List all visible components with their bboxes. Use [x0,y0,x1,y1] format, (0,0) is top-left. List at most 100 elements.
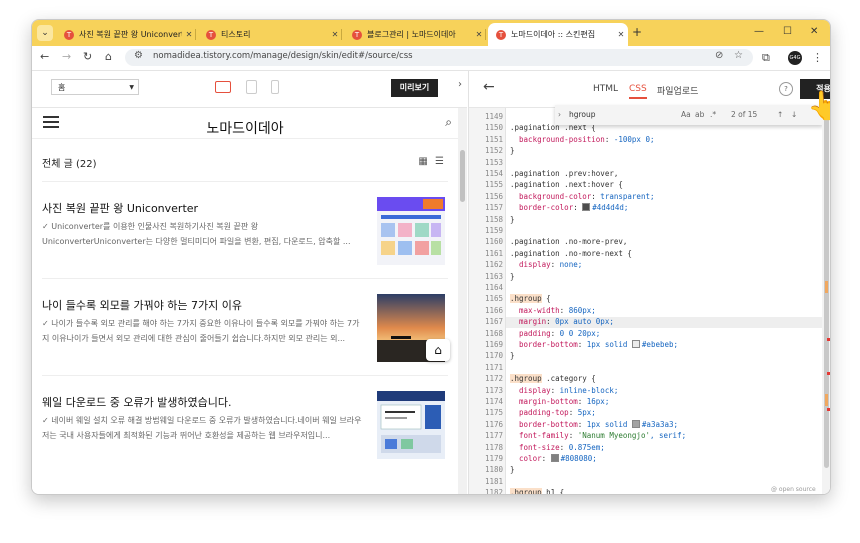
page-select[interactable]: 홈 ▼ [51,79,139,95]
code-line[interactable]: margin: 0px auto 0px; [510,317,614,326]
code-line[interactable]: } [510,351,515,360]
code-line[interactable]: margin-bottom: 16px; [510,397,609,406]
line-number: 1174 [484,397,503,406]
post-item[interactable]: 나이 들수록 외모를 가꿔야 하는 7가지 이유 ✓ 나이가 들수록 외모 관리… [42,278,450,375]
code-line[interactable]: color: #808080; [510,454,597,463]
code-line[interactable]: } [510,465,515,474]
code-line[interactable]: .hgroup .category { [510,374,596,384]
collapse-chevron-icon[interactable]: › [458,79,462,90]
find-expand-chevron-icon[interactable]: › [558,110,561,119]
minimize-icon[interactable]: — [754,26,764,37]
previous-match-icon[interactable]: ↑ [777,110,783,119]
code-line[interactable]: display: none; [510,260,582,269]
match-case-toggle[interactable]: Aa [681,110,691,119]
profile-avatar[interactable]: G4G [788,51,802,65]
preview-scrollbar[interactable] [458,108,467,494]
tablet-view-icon[interactable] [246,80,257,94]
line-number: 1169 [484,340,503,349]
extensions-icon[interactable]: ⧉ [762,51,770,65]
tab-html[interactable]: HTML [593,84,618,94]
scrollbar-thumb[interactable] [460,150,465,202]
code-line[interactable]: font-family: 'Nanum Myeongjo', serif; [510,431,686,440]
tab-file-upload[interactable]: 파일업로드 [657,84,698,97]
mobile-view-icon[interactable] [271,80,279,94]
next-match-icon[interactable]: ↓ [791,110,797,119]
close-tab-icon[interactable]: ✕ [614,30,628,39]
grid-view-icon[interactable]: ▦ [418,156,427,167]
post-title[interactable]: 웨일 다운로드 중 오류가 발생하였습니다. [42,394,232,410]
code-line[interactable]: .pagination .prev:hover, [510,169,618,178]
menu-dots-icon[interactable]: ⋮ [812,51,823,64]
line-number: 1179 [484,454,503,463]
code-line[interactable]: .pagination .no-more-prev, [510,237,627,246]
browser-tab-uniconverter[interactable]: T 사진 복원 끝판 왕 Uniconverter ✕ [56,23,196,46]
code-line[interactable]: display: inline-block; [510,386,618,395]
change-marker [827,372,830,375]
code-line[interactable]: } [510,146,515,155]
code-line[interactable]: .hgroup { [510,294,551,304]
url-bar[interactable]: ⚙ nomadidea.tistory.com/manage/design/sk… [125,49,753,66]
code-line[interactable]: border-color: #4d4d4d; [510,203,628,212]
browser-tab-tistory[interactable]: T 티스토리 ✕ [198,23,342,46]
address-toolbar: ← → ↻ ⌂ ⚙ nomadidea.tistory.com/manage/d… [32,46,830,71]
desktop-view-icon[interactable] [215,81,231,93]
code-line[interactable]: border-bottom: 1px solid #ebebeb; [510,340,678,349]
code-line[interactable]: } [510,272,515,281]
back-arrow-icon[interactable]: ← [483,79,495,95]
browser-tab-skin-edit[interactable]: T 노마드이데아 :: 스킨편집 ✕ [488,23,628,46]
code-line[interactable]: background-color: transparent; [510,192,654,201]
new-tab-button[interactable]: + [632,25,642,39]
close-tab-icon[interactable]: ✕ [328,30,342,39]
list-view-icon[interactable]: ☰ [435,156,444,167]
post-item[interactable]: 사진 복원 끝판 왕 Uniconverter ✓ Uniconverter를 … [42,181,448,278]
help-icon[interactable]: ? [779,82,793,96]
code-line[interactable]: .pagination .next:hover { [510,180,623,189]
line-number: 1150 [484,123,503,133]
code-line[interactable]: font-size: 0.875em; [510,443,605,452]
post-thumbnail[interactable] [377,197,445,265]
code-line[interactable]: } [510,215,515,224]
forward-arrow-icon[interactable]: → [62,50,71,63]
line-number: 1181 [484,476,503,486]
code-line[interactable]: background-position: -100px 0; [510,135,654,144]
close-window-icon[interactable]: ✕ [810,26,818,37]
back-arrow-icon[interactable]: ← [40,50,49,63]
view-mode-icons[interactable]: ▦ ☰ [418,156,444,167]
home-float-button[interactable]: ⌂ [426,339,450,361]
find-input[interactable]: hgroup [569,110,596,119]
post-thumbnail[interactable] [377,391,445,459]
code-line[interactable]: padding: 0 0 20px; [510,329,600,338]
regex-toggle[interactable]: .* [710,110,716,119]
search-icon[interactable]: ⌕ [445,115,452,130]
close-tab-icon[interactable]: ✕ [182,30,196,39]
blog-title[interactable]: 노마드이데아 [32,118,458,138]
whole-word-toggle[interactable]: ab [695,110,704,119]
tistory-favicon-icon: T [206,29,216,40]
editor-toolbar: ← HTML CSS 파일업로드 ? 적용 [469,71,830,108]
reload-icon[interactable]: ↻ [83,50,92,63]
editor-scrollbar[interactable] [822,108,830,494]
tab-css[interactable]: CSS [629,84,647,99]
tab-search-button[interactable]: ⌄ [37,25,53,41]
line-number: 1163 [484,271,503,281]
code-line[interactable]: border-bottom: 1px solid #a3a3a3; [510,419,678,429]
bookmark-star-icon[interactable]: ☆ [734,50,743,61]
code-line[interactable]: max-width: 860px; [510,306,596,315]
post-title[interactable]: 사진 복원 끝판 왕 Uniconverter [42,200,198,216]
post-title[interactable]: 나이 들수록 외모를 가꿔야 하는 7가지 이유 [42,297,242,313]
post-item[interactable]: 웨일 다운로드 중 오류가 발생하였습니다. ✓ 네이버 웨일 설치 오류 해결… [42,375,448,472]
open-source-footer[interactable]: @ open source [771,486,816,493]
code-line[interactable]: .pagination .no-more-next { [510,249,632,258]
eye-off-icon[interactable]: ⊘ [715,50,723,61]
line-number: 1157 [484,203,503,213]
editor-scrollbar-thumb[interactable] [824,118,829,468]
site-info-icon[interactable]: ⚙ [134,50,143,61]
code-line[interactable]: .hgroup h1 { [510,488,564,494]
close-tab-icon[interactable]: ✕ [472,30,486,39]
maximize-icon[interactable]: ☐ [783,26,792,37]
code-line[interactable]: padding-top: 5px; [510,408,596,417]
code-editor[interactable]: 1149 1150 1151 1152 1153 1154 1155 1156 1157 1158… [469,105,830,494]
home-icon[interactable]: ⌂ [105,50,112,63]
preview-button[interactable]: 미리보기 [391,79,438,97]
browser-tab-blog-manage[interactable]: T 블로그관리 | 노마드이데아 ✕ [344,23,486,46]
